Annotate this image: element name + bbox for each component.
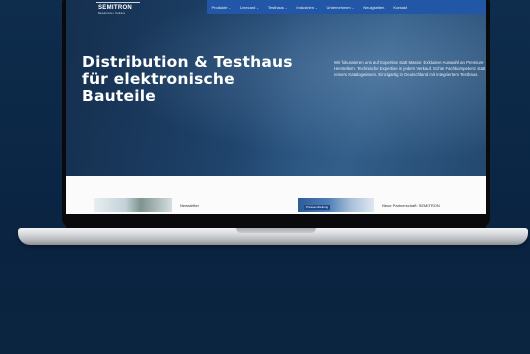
press-badge: Pressemitteilung [304,205,331,210]
chevron-down-icon: ⌄ [315,5,318,10]
press-card-title[interactable]: Neue Partnerschaft: SEMITRON [382,203,440,208]
hero-title: Distribution & Testhaus für elektronisch… [82,54,322,105]
laptop-base-notch [236,228,316,233]
nav-item-neuigkeiten[interactable]: Neuigkeiten [359,5,389,10]
newsletter-card-title[interactable]: Newsletter [180,203,199,208]
logo-subtitle: Bauelemente • Testhaus [98,12,125,15]
chevron-down-icon: ⌄ [228,5,232,10]
site-logo[interactable]: SEMITRON Bauelemente • Testhaus [96,2,140,16]
nav-item-industrien[interactable]: Industrien⌄ [292,5,322,10]
hero-section: SEMITRON Bauelemente • Testhaus Produkte… [66,0,486,176]
nav-item-testhaus[interactable]: Testhaus⌄ [263,5,292,10]
main-navigation: Produkte⌄ Linecard⌄ Testhaus⌄ Industrien… [207,0,486,14]
laptop-screen-chin [66,214,486,228]
chevron-down-icon: ⌄ [256,5,259,10]
hero-title-line-3: Bauteile [82,87,156,105]
nav-item-unternehmen[interactable]: Unternehmen⌄ [322,5,359,10]
hero-title-line-1: Distribution & Testhaus [82,53,293,71]
newsletter-card-image[interactable] [94,198,172,212]
nav-item-linecard[interactable]: Linecard⌄ [236,5,264,10]
nav-item-kontakt[interactable]: Kontakt [389,5,412,10]
chevron-down-icon: ⌄ [351,5,355,10]
nav-item-produkte[interactable]: Produkte⌄ [207,5,236,10]
hero-description: Wir fokussieren uns auf Expertise statt … [334,60,486,78]
chevron-down-icon: ⌄ [284,5,288,10]
logo-text: SEMITRON [98,5,133,11]
hero-title-line-2: für elektronische [82,70,235,88]
laptop-screen: SEMITRON Bauelemente • Testhaus Produkte… [66,0,486,220]
